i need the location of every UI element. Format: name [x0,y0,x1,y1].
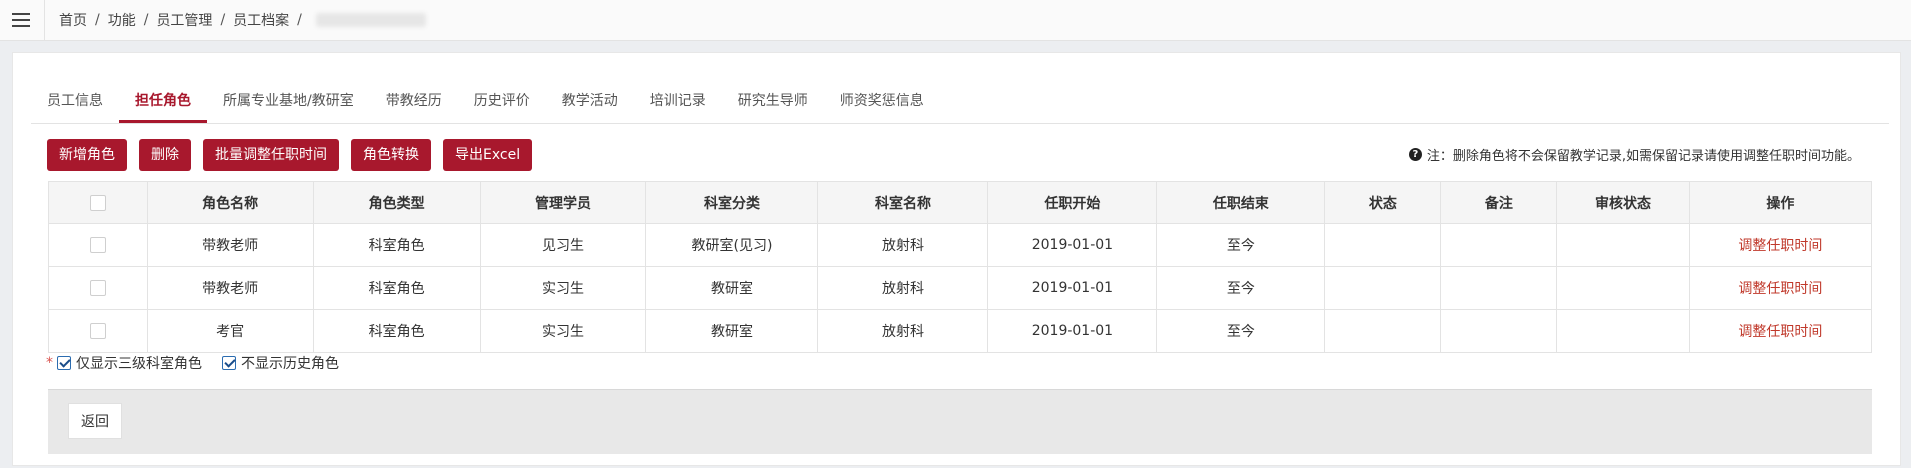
question-circle-icon: ? [1408,148,1422,161]
hide-history-checkbox[interactable] [222,356,236,370]
tab-teaching-activity[interactable]: 教学活动 [546,83,634,123]
cell-role-type: 科室角色 [312,266,481,310]
top-bar: 首页 / 功能 / 员工管理 / 员工档案 / [0,0,1911,41]
tab-rewards-penalties[interactable]: 师资奖惩信息 [824,83,940,123]
cell-actions: 调整任职时间 [1688,223,1873,267]
tab-graduate-mentor[interactable]: 研究生导师 [722,83,824,123]
cell-tenure-start: 2019-01-01 [987,309,1158,353]
row-checkbox[interactable] [89,323,106,339]
form-footer: 返回 [48,389,1872,454]
cell-tenure-end: 至今 [1156,266,1326,310]
tab-base-office[interactable]: 所属专业基地/教研室 [207,83,370,123]
col-dept-category: 科室分类 [645,181,819,224]
table-row: 带教老师 科室角色 实习生 教研室 放射科 2019-01-01 至今 调整任职… [48,266,1873,310]
cell-dept-name: 放射科 [817,266,989,310]
back-button[interactable]: 返回 [68,403,122,439]
cell-managed-students: 实习生 [479,309,647,353]
col-tenure-start: 任职开始 [987,181,1158,224]
cell-review-status [1556,309,1690,353]
tab-training-records[interactable]: 培训记录 [634,83,722,123]
cell-managed-students: 见习生 [479,223,647,267]
cell-status [1324,223,1442,267]
adjust-tenure-link[interactable]: 调整任职时间 [1738,281,1822,297]
tab-bar: 员工信息 担任角色 所属专业基地/教研室 带教经历 历史评价 教学活动 培训记录… [31,83,1889,124]
level3-only-checkbox[interactable] [57,356,71,370]
cell-role-type: 科室角色 [312,309,481,353]
breadcrumb-staff-management[interactable]: 员工管理 [156,10,212,30]
cell-status [1324,309,1442,353]
required-star: * [46,355,53,371]
main-panel: 员工信息 担任角色 所属专业基地/教研室 带教经历 历史评价 教学活动 培训记录… [12,52,1901,466]
cell-remarks [1440,223,1558,267]
role-convert-button[interactable]: 角色转换 [351,139,431,171]
tab-roles[interactable]: 担任角色 [119,83,207,123]
table-header-row: 角色名称 角色类型 管理学员 科室分类 科室名称 任职开始 任职结束 状态 备注… [48,181,1873,224]
cell-tenure-end: 至今 [1156,309,1326,353]
cell-status [1324,266,1442,310]
breadcrumb-redacted-name [315,13,426,27]
hide-history-option[interactable]: 不显示历史角色 [222,353,339,373]
select-all-checkbox[interactable] [89,194,106,211]
level3-only-option[interactable]: 仅显示三级科室角色 [57,353,202,373]
cell-role-name: 带教老师 [146,266,314,310]
breadcrumb-home[interactable]: 首页 [59,10,87,30]
export-excel-button[interactable]: 导出Excel [443,139,533,171]
table-row: 带教老师 科室角色 见习生 教研室(见习) 放射科 2019-01-01 至今 … [48,223,1873,267]
level3-only-label: 仅显示三级科室角色 [76,356,202,372]
cell-dept-category: 教研室 [645,309,819,353]
filter-options: * 仅显示三级科室角色 不显示历史角色 [46,353,359,373]
cell-tenure-end: 至今 [1156,223,1326,267]
cell-actions: 调整任职时间 [1688,309,1873,353]
cell-tenure-start: 2019-01-01 [987,223,1158,267]
col-managed-students: 管理学员 [479,181,647,224]
col-review-status: 审核状态 [1556,181,1690,224]
hide-history-label: 不显示历史角色 [241,356,339,372]
cell-role-name: 带教老师 [146,223,314,267]
cell-dept-name: 放射科 [817,223,989,267]
delete-note: ? 注：删除角色将不会保留教学记录,如需保留记录请使用调整任职时间功能。 [1408,145,1860,164]
cell-tenure-start: 2019-01-01 [987,266,1158,310]
cell-dept-category: 教研室(见习) [645,223,819,267]
adjust-tenure-link[interactable]: 调整任职时间 [1738,238,1822,254]
cell-dept-category: 教研室 [645,266,819,310]
note-text: 注：删除角色将不会保留教学记录,如需保留记录请使用调整任职时间功能。 [1426,149,1860,164]
tab-staff-info[interactable]: 员工信息 [31,83,119,123]
batch-adjust-tenure-button[interactable]: 批量调整任职时间 [203,139,339,171]
col-status: 状态 [1324,181,1442,224]
row-select-cell[interactable] [48,309,148,353]
col-role-type: 角色类型 [312,181,481,224]
roles-table: 角色名称 角色类型 管理学员 科室分类 科室名称 任职开始 任职结束 状态 备注… [48,181,1873,353]
select-all-cell[interactable] [48,181,148,224]
col-actions: 操作 [1688,181,1873,224]
add-role-button[interactable]: 新增角色 [47,139,127,171]
col-remarks: 备注 [1440,181,1558,224]
breadcrumb-function[interactable]: 功能 [108,10,136,30]
breadcrumb: 首页 / 功能 / 员工管理 / 员工档案 / [59,10,426,30]
delete-button[interactable]: 删除 [139,139,191,171]
cell-remarks [1440,309,1558,353]
table-row: 考官 科室角色 实习生 教研室 放射科 2019-01-01 至今 调整任职时间 [48,309,1873,353]
row-select-cell[interactable] [48,266,148,310]
cell-review-status [1556,223,1690,267]
row-select-cell[interactable] [48,223,148,267]
col-role-name: 角色名称 [146,181,314,224]
tab-history-evaluation[interactable]: 历史评价 [458,83,546,123]
hamburger-menu-icon[interactable] [12,13,30,27]
breadcrumb-staff-archive[interactable]: 员工档案 [233,10,289,30]
cell-actions: 调整任职时间 [1688,266,1873,310]
col-dept-name: 科室名称 [817,181,989,224]
cell-remarks [1440,266,1558,310]
toolbar: 新增角色 删除 批量调整任职时间 角色转换 导出Excel [47,139,533,171]
row-checkbox[interactable] [89,280,106,296]
cell-dept-name: 放射科 [817,309,989,353]
col-tenure-end: 任职结束 [1156,181,1326,224]
cell-managed-students: 实习生 [479,266,647,310]
cell-role-name: 考官 [146,309,314,353]
row-checkbox[interactable] [89,237,106,253]
cell-role-type: 科室角色 [312,223,481,267]
cell-review-status [1556,266,1690,310]
adjust-tenure-link[interactable]: 调整任职时间 [1738,324,1822,340]
topbar-divider [44,0,45,40]
tab-teaching-experience[interactable]: 带教经历 [370,83,458,123]
